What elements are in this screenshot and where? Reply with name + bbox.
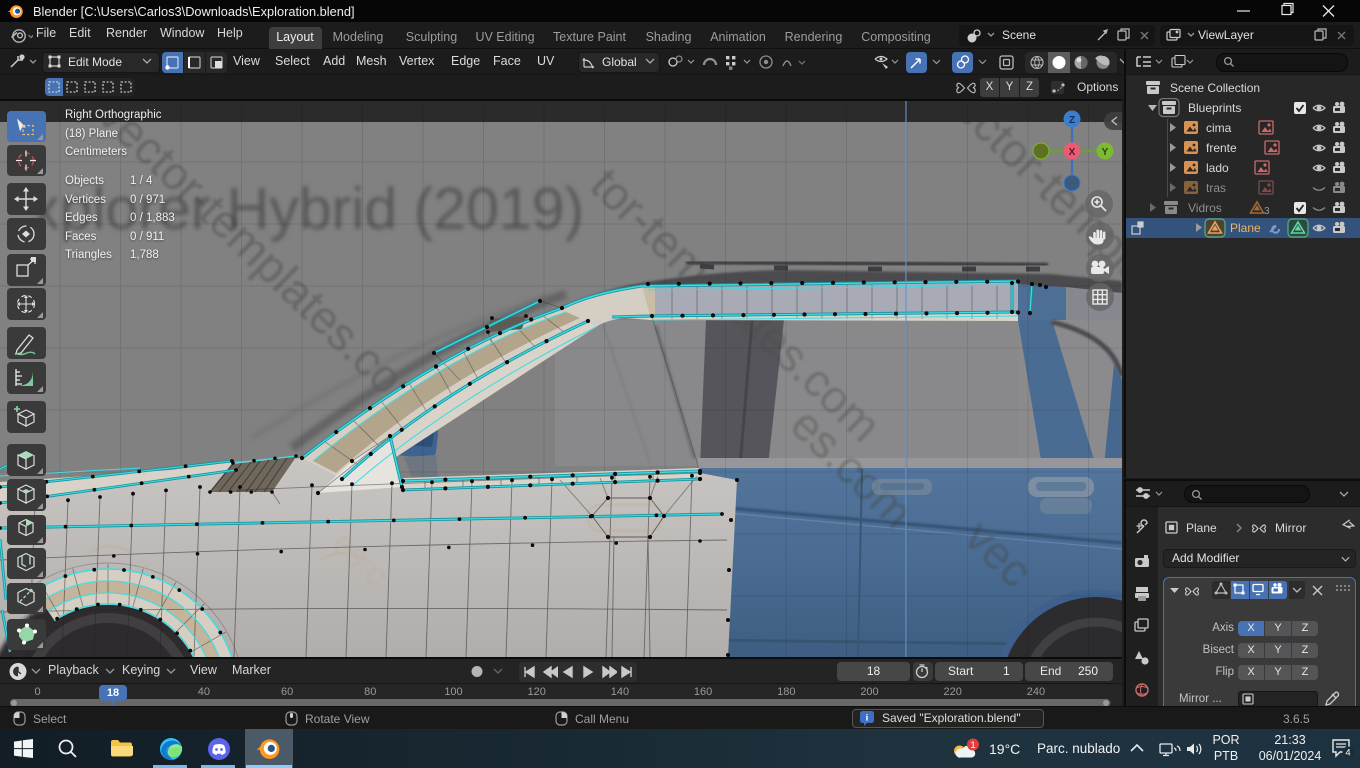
svg-text:i: i — [866, 714, 869, 724]
svg-text:xplorer Hybrid (2019): xplorer Hybrid (2019) — [30, 176, 584, 242]
svg-text:1: 1 — [970, 740, 975, 751]
svg-text:Z: Z — [1069, 115, 1075, 126]
svg-text:4: 4 — [1345, 748, 1350, 759]
svg-text:Y: Y — [1102, 147, 1109, 158]
svg-text:X: X — [1069, 147, 1076, 158]
